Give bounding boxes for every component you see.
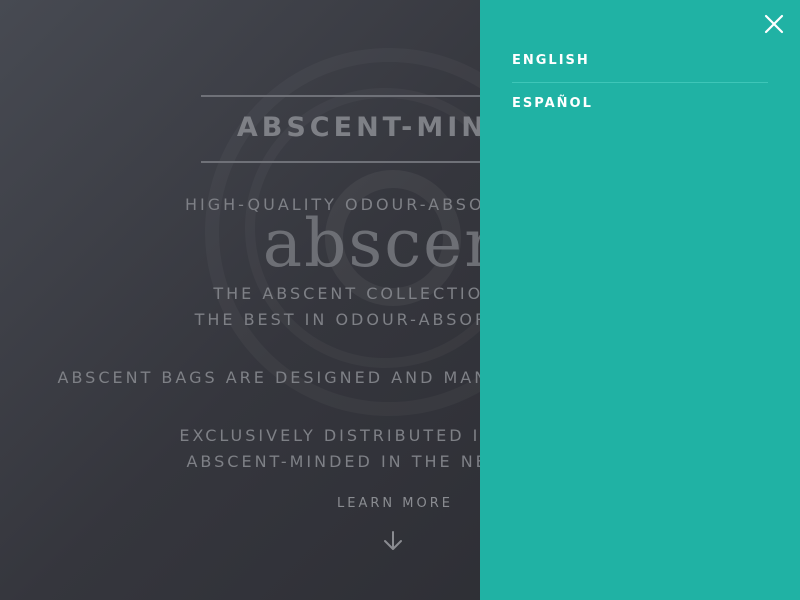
language-option-english[interactable]: ENGLISH <box>512 53 768 68</box>
language-divider <box>512 82 768 83</box>
arrow-down-icon[interactable] <box>383 530 403 552</box>
close-icon[interactable] <box>764 14 784 34</box>
language-menu-panel <box>480 0 800 600</box>
language-option-spanish[interactable]: ESPAÑOL <box>512 96 768 111</box>
learn-more-link[interactable]: LEARN MORE <box>300 496 490 511</box>
